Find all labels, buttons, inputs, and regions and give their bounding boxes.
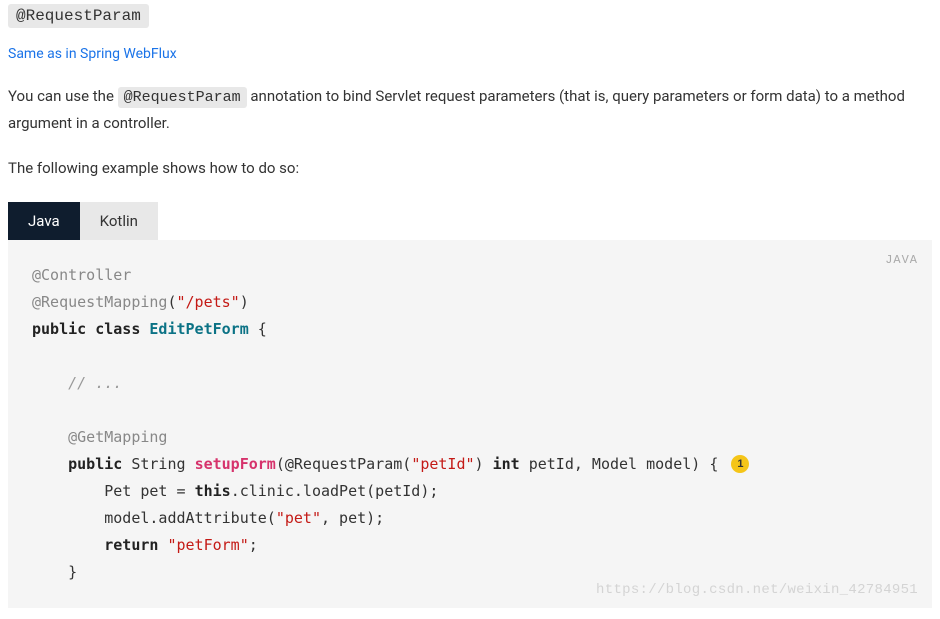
code-language-label: JAVA [885, 250, 918, 272]
code-token: Pet pet = [32, 482, 195, 500]
code-token: EditPetForm [149, 320, 248, 338]
callout-marker-1: 1 [731, 455, 749, 473]
para1-pre: You can use the [8, 87, 118, 105]
code-token: ; [249, 536, 258, 554]
code-token: // ... [68, 374, 122, 392]
code-token: int [493, 455, 520, 473]
code-token [32, 536, 104, 554]
code-token: , pet); [321, 509, 384, 527]
code-token: setupForm [195, 455, 276, 473]
watermark: https://blog.csdn.net/weixin_42784951 [596, 578, 918, 603]
code-token: "/pets" [177, 293, 240, 311]
code-token: @GetMapping [68, 428, 167, 446]
tab-java[interactable]: Java [8, 202, 80, 240]
code-token: "petForm" [167, 536, 248, 554]
code-content: @Controller @RequestMapping("/pets") pub… [32, 262, 908, 586]
code-token: "petId" [411, 455, 474, 473]
code-block: JAVA @Controller @RequestMapping("/pets"… [8, 240, 932, 608]
code-token: ) [475, 455, 493, 473]
code-token: } [32, 563, 77, 581]
code-token: public [68, 455, 122, 473]
code-token: petId, Model model) { [520, 455, 728, 473]
heading-annotation: @RequestParam [8, 4, 149, 28]
code-token: (@RequestParam( [276, 455, 411, 473]
webflux-link[interactable]: Same as in Spring WebFlux [8, 46, 932, 62]
tab-kotlin[interactable]: Kotlin [80, 202, 158, 240]
code-token: return [104, 536, 158, 554]
code-token: this [195, 482, 231, 500]
inline-code-requestparam: @RequestParam [118, 87, 247, 108]
code-token: ) [240, 293, 249, 311]
code-token: @Controller [32, 266, 131, 284]
code-token: public [32, 320, 86, 338]
language-tabs: Java Kotlin [8, 202, 940, 240]
code-token: ( [167, 293, 176, 311]
code-token: model.addAttribute( [32, 509, 276, 527]
description-paragraph-2: The following example shows how to do so… [8, 156, 932, 182]
code-token: { [249, 320, 267, 338]
description-paragraph-1: You can use the @RequestParam annotation… [8, 84, 932, 136]
code-token: class [95, 320, 140, 338]
code-token: .clinic.loadPet(petId); [231, 482, 439, 500]
code-token: String [122, 455, 194, 473]
code-token: "pet" [276, 509, 321, 527]
code-token: @RequestMapping [32, 293, 167, 311]
